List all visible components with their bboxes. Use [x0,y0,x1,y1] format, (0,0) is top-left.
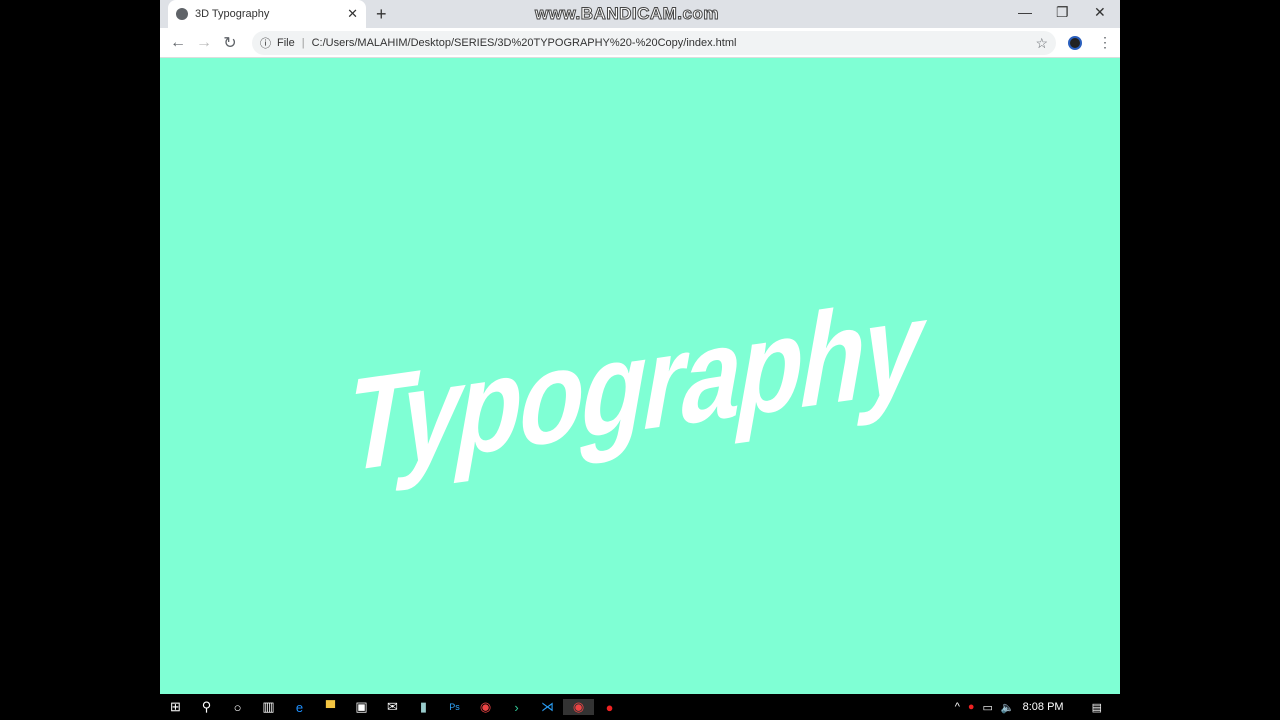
typography-heading: Typography [335,269,935,501]
notepad-icon[interactable]: ▮ [408,699,439,715]
address-bar[interactable]: ⓘ File | C:/Users/MALAHIM/Desktop/SERIES… [252,31,1056,55]
back-button[interactable]: ← [165,34,191,52]
volume-icon[interactable]: 🔈 [1001,701,1015,714]
globe-icon [176,8,188,20]
close-window-button[interactable]: ✕ [1094,4,1106,21]
record-icon[interactable]: ● [968,701,975,713]
system-tray: ^ ● ▭ 🔈 8:08 PM ▤ [955,701,1120,714]
vscode-icon[interactable]: ⋊ [532,699,563,715]
network-icon[interactable]: ▭ [983,701,993,714]
cortana-icon[interactable]: ○ [222,700,253,715]
separator: | [301,37,305,49]
chrome-active-icon[interactable]: ◉ [563,699,594,715]
tab-bar: 3D Typography ✕ + www.BANDICAM.com — ❐ ✕ [160,0,1120,28]
watermark: www.BANDICAM.com [535,4,720,24]
clock[interactable]: 8:08 PM [1023,701,1064,713]
page-content: Typography [160,58,1120,694]
windows-start-icon[interactable]: ⊞ [160,699,191,715]
chevron-up-icon[interactable]: ^ [955,701,960,713]
address-prefix: File [277,37,295,49]
url-text[interactable]: C:/Users/MALAHIM/Desktop/SERIES/3D%20TYP… [312,37,737,49]
tab-3d-typography[interactable]: 3D Typography ✕ [168,0,366,28]
notifications-icon[interactable]: ▤ [1092,701,1102,714]
forward-button[interactable]: → [191,34,217,52]
close-tab-icon[interactable]: ✕ [347,6,358,22]
terminal-icon[interactable]: › [501,700,532,715]
browser-window: 3D Typography ✕ + www.BANDICAM.com — ❐ ✕… [160,0,1120,694]
store-icon[interactable]: ▣ [346,699,377,715]
tab-title: 3D Typography [195,8,270,20]
reload-button[interactable]: ↻ [217,33,243,53]
info-icon[interactable]: ⓘ [260,35,271,51]
search-icon[interactable]: ⚲ [191,699,222,715]
new-tab-button[interactable]: + [376,4,387,25]
mail-icon[interactable]: ✉ [377,699,408,715]
bookmark-star-icon[interactable]: ☆ [1035,35,1048,52]
taskbar: ⊞ ⚲ ○ ▥ e ▀ ▣ ✉ ▮ Ps ◉ › ⋊ ◉ ● ^ ● ▭ 🔈 8… [160,694,1120,720]
edge-icon[interactable]: e [284,700,315,715]
minimize-button[interactable]: — [1018,4,1032,20]
photoshop-icon[interactable]: Ps [439,702,470,712]
file-explorer-icon[interactable]: ▀ [315,700,346,715]
toolbar: ← → ↻ ⓘ File | C:/Users/MALAHIM/Desktop/… [160,28,1120,58]
restore-button[interactable]: ❐ [1056,4,1069,21]
extension-icon[interactable] [1068,36,1082,50]
menu-kebab-icon[interactable]: ⋮ [1098,34,1112,51]
task-view-icon[interactable]: ▥ [253,699,284,715]
bandicam-record-icon[interactable]: ● [594,700,625,715]
chrome-icon[interactable]: ◉ [470,699,501,715]
